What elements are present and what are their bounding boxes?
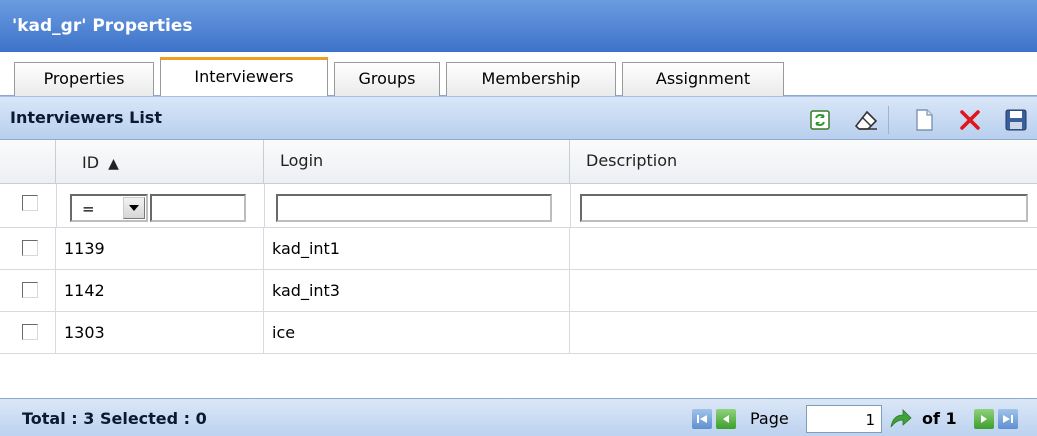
eraser-icon [854,110,878,130]
row-login: ice [264,312,570,354]
id-operator-select[interactable]: = [70,194,148,222]
column-header-id[interactable]: ID ▲ [56,140,264,184]
list-title: Interviewers List [10,108,162,127]
go-to-page-button[interactable] [888,409,914,429]
refresh-button[interactable] [804,104,836,136]
row-id: 1139 [56,228,264,270]
first-page-icon [697,415,707,423]
next-page-button[interactable] [974,409,994,429]
row-id: 1142 [56,270,264,312]
first-page-button[interactable] [692,409,712,429]
page-label: Page [750,409,789,428]
select-all-checkbox[interactable] [22,195,38,211]
table-row[interactable]: 1139 kad_int1 [0,228,1037,270]
last-page-icon [1003,415,1013,423]
row-login: kad_int1 [264,228,570,270]
row-checkbox[interactable] [22,240,38,256]
description-filter-input[interactable] [580,194,1028,222]
row-login: kad_int3 [264,270,570,312]
clear-filter-button[interactable] [850,104,882,136]
row-select-cell [0,270,56,312]
column-header-row: ID ▲ Login Description [0,140,1037,184]
login-filter-input[interactable] [276,194,552,222]
row-checkbox[interactable] [22,282,38,298]
grid-footer: Total : 3 Selected : 0 Page 1 of 1 [0,398,1037,436]
column-header-id-label: ID [82,153,100,172]
id-operator-value: = [82,200,95,218]
sort-ascending-icon: ▲ [108,156,119,172]
grid-empty-area [0,354,1037,398]
tab-membership[interactable]: Membership [446,62,616,96]
tab-strip: Properties Interviewers Groups Membershi… [0,52,1037,97]
dropdown-arrow [123,197,145,219]
row-select-cell [0,312,56,354]
tab-assignment[interactable]: Assignment [622,62,784,96]
refresh-icon [810,110,830,130]
select-column-header [0,140,56,184]
column-divider [570,184,571,228]
page-count-label: of 1 [922,409,957,428]
tab-groups[interactable]: Groups [334,62,440,96]
column-divider [56,184,57,228]
column-header-description[interactable]: Description [570,140,1037,184]
toolbar-separator [888,106,889,134]
row-description [570,228,1037,270]
table-row[interactable]: 1142 kad_int3 [0,270,1037,312]
column-divider [264,184,265,228]
delete-icon [960,110,980,130]
new-button[interactable] [908,104,940,136]
chevron-down-icon [129,205,139,211]
filter-row: = [0,184,1037,228]
previous-page-icon [723,415,729,423]
save-button[interactable] [1000,104,1032,136]
table-row[interactable]: 1303 ice [0,312,1037,354]
go-arrow-icon [890,409,912,428]
delete-button[interactable] [954,104,986,136]
row-checkbox[interactable] [22,324,38,340]
row-id: 1303 [56,312,264,354]
id-filter-input[interactable] [150,194,246,222]
previous-page-button[interactable] [716,409,736,429]
last-page-button[interactable] [998,409,1018,429]
selection-summary: Total : 3 Selected : 0 [22,409,207,428]
row-select-cell [0,228,56,270]
tab-properties[interactable]: Properties [14,62,154,96]
new-document-icon [916,109,933,131]
column-header-login[interactable]: Login [264,140,570,184]
row-description [570,270,1037,312]
window-title: 'kad_gr' Properties [0,0,1037,52]
tab-interviewers[interactable]: Interviewers [160,57,328,97]
page-number-input[interactable]: 1 [806,405,882,433]
next-page-icon [981,415,987,423]
save-icon [1005,109,1027,131]
list-header: Interviewers List [0,96,1037,140]
row-description [570,312,1037,354]
